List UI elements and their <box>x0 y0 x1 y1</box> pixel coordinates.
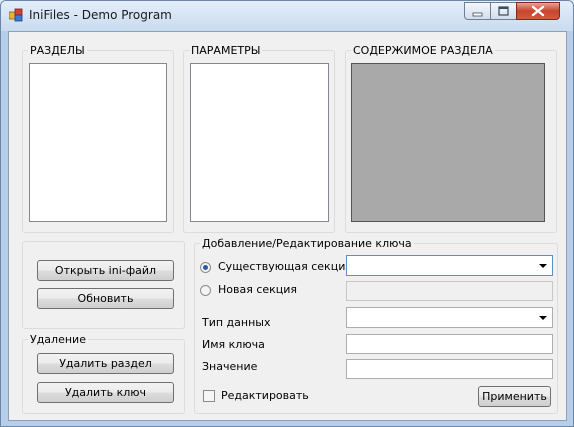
delete-key-button[interactable]: Удалить ключ <box>37 382 174 403</box>
close-icon <box>531 5 545 17</box>
new-section-label[interactable]: Новая секция <box>218 283 297 296</box>
chevron-down-icon <box>539 316 547 320</box>
sections-group: РАЗДЕЛЫ <box>22 44 174 233</box>
apply-button[interactable]: Применить <box>478 386 551 407</box>
contents-label: СОДЕРЖИМОЕ РАЗДЕЛА <box>351 44 495 57</box>
parameters-listbox[interactable] <box>190 63 329 222</box>
parameters-group: ПАРАМЕТРЫ <box>183 44 335 233</box>
open-ini-file-button[interactable]: Открыть ini-файл <box>37 260 174 281</box>
delete-label: Удаление <box>28 333 88 346</box>
key-name-label: Имя ключа <box>202 338 265 351</box>
minimize-button[interactable] <box>464 2 491 20</box>
key-name-input[interactable] <box>346 334 553 354</box>
parameters-label: ПАРАМЕТРЫ <box>189 44 263 57</box>
new-section-input[interactable] <box>346 281 553 301</box>
delete-group: Удаление Удалить раздел Удалить ключ <box>22 333 185 414</box>
maximize-button[interactable] <box>490 2 517 20</box>
existing-section-combo[interactable] <box>346 255 553 276</box>
delete-section-button[interactable]: Удалить раздел <box>37 353 174 374</box>
chevron-down-icon <box>539 264 547 268</box>
maximize-icon <box>498 6 509 16</box>
sections-listbox[interactable] <box>29 63 167 222</box>
refresh-button[interactable]: Обновить <box>37 288 174 309</box>
file-actions-group: Открыть ini-файл Обновить <box>22 241 185 329</box>
new-section-radio[interactable] <box>200 285 211 296</box>
value-input[interactable] <box>346 359 553 379</box>
contents-group: СОДЕРЖИМОЕ РАЗДЕЛА <box>345 44 557 233</box>
sections-label: РАЗДЕЛЫ <box>28 44 87 57</box>
window-title: IniFiles - Demo Program <box>29 8 172 22</box>
data-type-label: Тип данных <box>202 316 271 329</box>
edit-key-label: Добавление/Редактирование ключа <box>200 237 414 250</box>
app-window: IniFiles - Demo Program РАЗДЕЛЫ ПАРАМЕТР <box>0 0 574 427</box>
app-icon <box>9 8 23 22</box>
edit-checkbox[interactable] <box>203 390 215 402</box>
contents-panel[interactable] <box>351 63 545 222</box>
edit-key-group: Добавление/Редактирование ключа Существу… <box>194 237 558 414</box>
client-area: РАЗДЕЛЫ ПАРАМЕТРЫ СОДЕРЖИМОЕ РАЗДЕЛА Отк… <box>8 31 567 421</box>
data-type-combo[interactable] <box>346 307 553 328</box>
title-bar[interactable]: IniFiles - Demo Program <box>1 1 573 31</box>
existing-section-label[interactable]: Существующая секция <box>218 260 352 273</box>
existing-section-radio[interactable] <box>200 262 211 273</box>
close-button[interactable] <box>516 2 560 20</box>
minimize-icon <box>472 12 483 17</box>
edit-checkbox-label[interactable]: Редактировать <box>221 389 309 402</box>
value-label: Значение <box>202 360 258 373</box>
